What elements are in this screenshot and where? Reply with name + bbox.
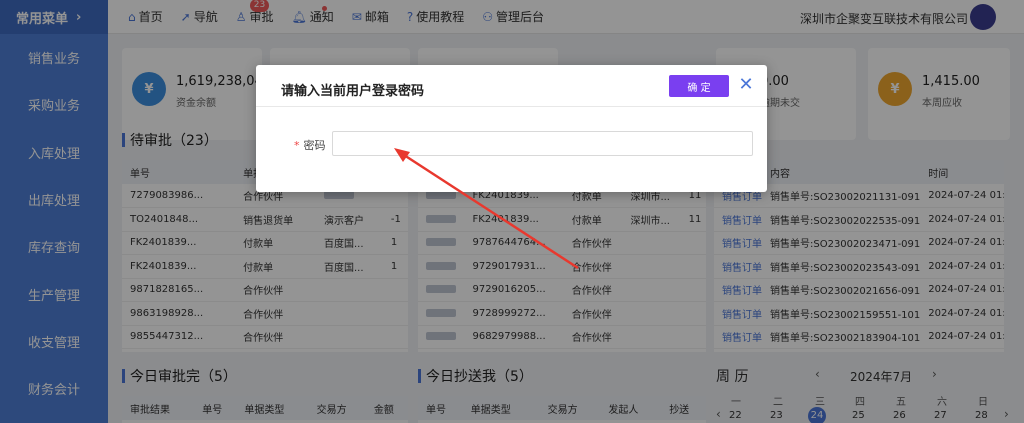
arrow-shaft [403, 153, 579, 270]
annotation-arrow [394, 148, 579, 270]
arrow-head [394, 148, 410, 162]
